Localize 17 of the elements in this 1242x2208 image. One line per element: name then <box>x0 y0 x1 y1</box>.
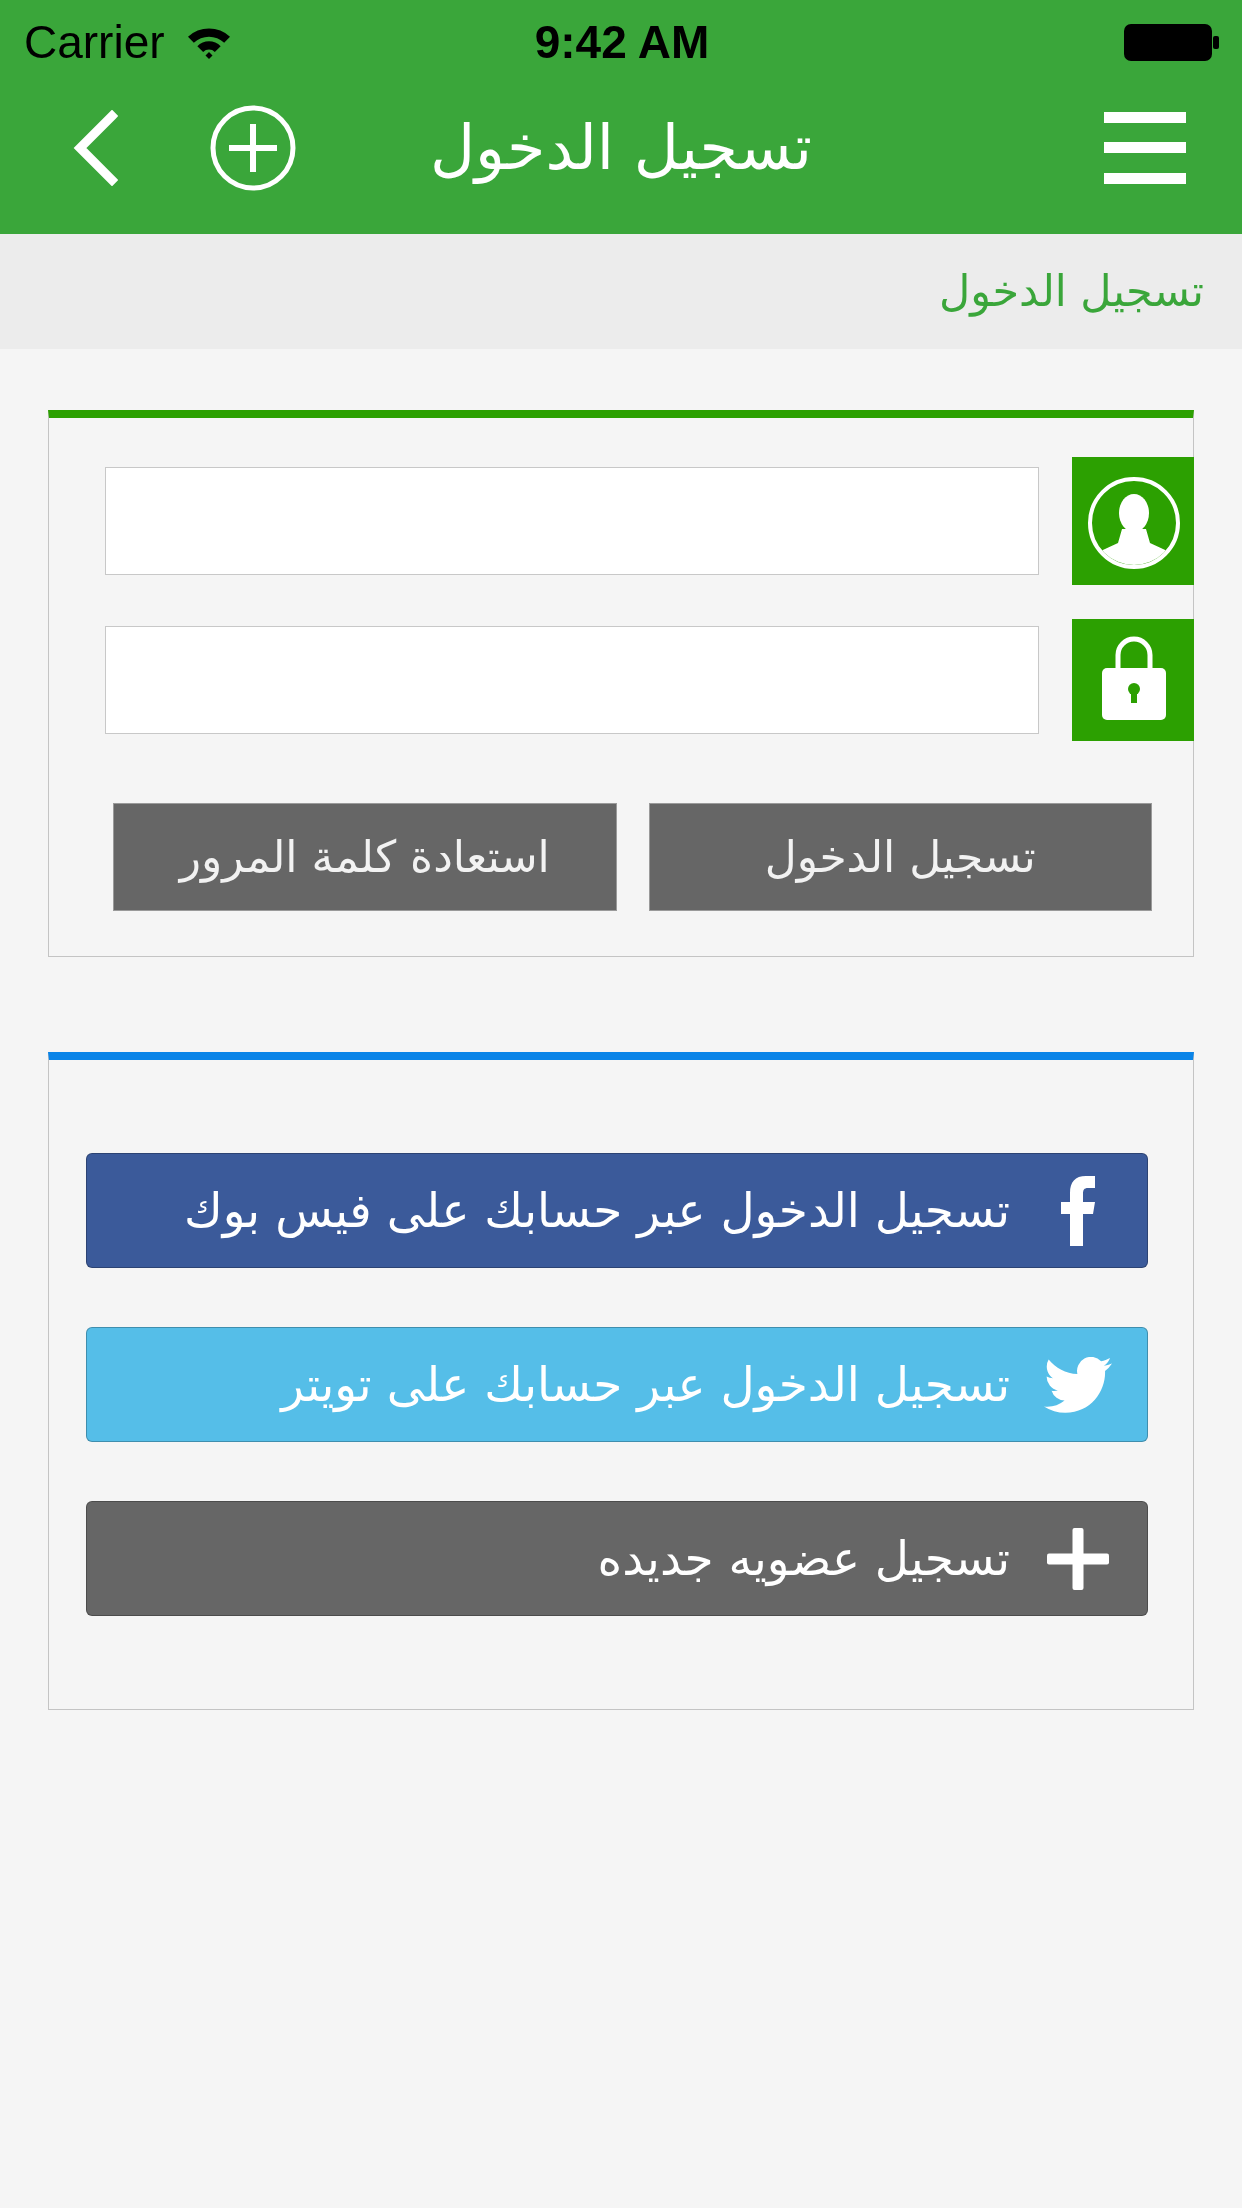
password-field[interactable] <box>105 626 1039 734</box>
carrier-label: Carrier <box>24 15 165 69</box>
plus-circle-icon[interactable] <box>209 104 297 192</box>
facebook-login-button[interactable]: تسجيل الدخول عبر حسابك على فيس بوك <box>86 1153 1148 1268</box>
plus-icon <box>1047 1527 1109 1590</box>
bird-icon <box>1044 1356 1112 1413</box>
reset-password-button[interactable]: استعادة كلمة المرور <box>113 803 617 911</box>
menu-icon[interactable] <box>1104 112 1186 184</box>
facebook-icon <box>1061 1175 1095 1246</box>
battery-icon <box>1124 23 1220 61</box>
register-button[interactable]: تسجيل عضويه جديده <box>86 1501 1148 1616</box>
page-title: تسجيل الدخول <box>430 110 812 187</box>
username-field[interactable] <box>105 467 1039 575</box>
status-time: 9:42 AM <box>534 15 710 69</box>
back-icon[interactable] <box>72 110 118 186</box>
login-button[interactable]: تسجيل الدخول <box>648 803 1152 911</box>
breadcrumb-label[interactable]: تسجيل الدخول <box>939 262 1204 321</box>
